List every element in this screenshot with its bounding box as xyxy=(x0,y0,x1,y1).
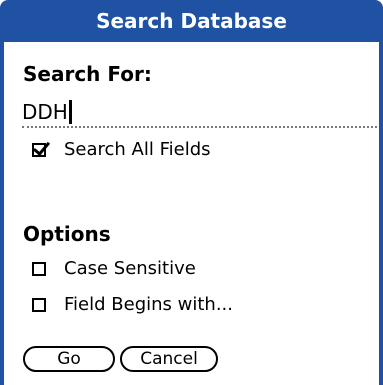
dialog-title-bar: Search Database xyxy=(0,0,383,42)
field-begins-with-checkbox[interactable]: Field Begins with... xyxy=(32,294,233,315)
cancel-button-label: Cancel xyxy=(140,349,198,369)
dialog-title: Search Database xyxy=(96,9,287,33)
field-begins-with-label: Field Begins with... xyxy=(64,294,233,315)
case-sensitive-checkbox[interactable]: Case Sensitive xyxy=(32,258,196,279)
search-all-fields-label: Search All Fields xyxy=(64,139,211,160)
go-button-label: Go xyxy=(57,349,81,369)
dialog-right-border xyxy=(379,42,383,385)
checkbox-checked-icon xyxy=(32,142,46,157)
text-cursor xyxy=(68,100,72,124)
search-input[interactable]: DDH xyxy=(22,98,377,128)
options-heading: Options xyxy=(23,222,111,246)
checkbox-unchecked-icon xyxy=(32,297,46,312)
search-all-fields-checkbox[interactable]: Search All Fields xyxy=(32,139,211,160)
case-sensitive-label: Case Sensitive xyxy=(64,258,196,279)
search-for-label: Search For: xyxy=(23,62,152,86)
search-input-value: DDH xyxy=(22,100,68,124)
go-button[interactable]: Go xyxy=(23,346,115,372)
cancel-button[interactable]: Cancel xyxy=(120,346,218,372)
search-database-dialog: Search Database Search For: DDH Search A… xyxy=(0,0,383,385)
dialog-left-border xyxy=(0,42,4,385)
checkbox-unchecked-icon xyxy=(32,261,46,276)
